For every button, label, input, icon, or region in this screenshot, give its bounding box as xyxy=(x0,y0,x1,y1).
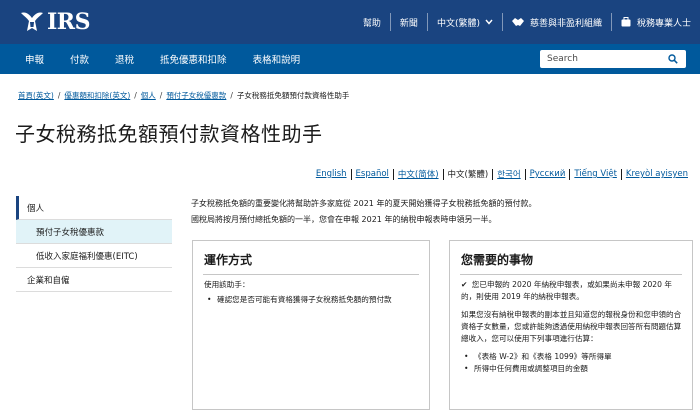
breadcrumb-current: 子女稅務抵免額預付款資格性助手 xyxy=(236,91,350,100)
top-header: IRS 幫助 新聞 中文(繁體) 慈善與非盈利組織 稅務專業人士 xyxy=(0,0,700,44)
logo-text: IRS xyxy=(47,9,90,35)
lang-chinese-simplified[interactable]: 中文(简体) xyxy=(394,168,443,180)
list-item: 確認您是否可能有資格獲得子女稅務抵免額的預付款 xyxy=(204,294,419,306)
eagle-icon xyxy=(18,9,46,35)
lang-korean[interactable]: 한국어 xyxy=(493,168,524,180)
nav-refunds[interactable]: 退稅 xyxy=(102,52,147,66)
nav-file[interactable]: 申報 xyxy=(12,52,57,66)
sidebar-item-label: 預付子女稅優惠款 xyxy=(36,227,105,238)
sidebar-item-label: 低收入家庭福利優惠(EITC) xyxy=(36,251,138,262)
news-link[interactable]: 新聞 xyxy=(389,13,427,31)
card-text: 使用該助手： xyxy=(204,280,250,289)
card-list: 確認您是否可能有資格獲得子女稅務抵免額的預付款 xyxy=(193,291,429,306)
tax-pros-link[interactable]: 稅務專業人士 xyxy=(610,13,700,31)
check-icon: ✔ xyxy=(461,280,468,289)
search-icon[interactable] xyxy=(662,50,684,68)
briefcase-icon xyxy=(621,17,631,27)
sidebar-item-advance-ctc[interactable]: 預付子女稅優惠款 xyxy=(16,220,172,244)
lang-chinese-traditional: 中文(繁體) xyxy=(447,170,489,180)
card-text: 如果您沒有納稅申報表的副本並且知道您的報稅身份和您申領的合資格子女數量，您或許能… xyxy=(461,310,682,343)
intro-text: 子女稅務抵免額的重要變化將幫助許多家庭從 2021 年的夏天開始獲得子女稅務抵免… xyxy=(191,196,691,228)
charities-link[interactable]: 慈善與非盈利組織 xyxy=(501,13,611,31)
checklist-item: ✔ 您已申報的 2020 年納稅申報表，或如果尚未申報 2020 年的，則使用 … xyxy=(450,275,692,303)
lang-english[interactable]: English xyxy=(312,169,351,179)
list-item: 《表格 W-2》和《表格 1099》等所得單 xyxy=(461,351,682,363)
card-list: 《表格 W-2》和《表格 1099》等所得單 所得中任何費用或調整項目的金額 xyxy=(450,345,692,375)
language-links: English Español 中文(简体) 中文(繁體) 한국어 Русски… xyxy=(312,168,692,180)
tax-pros-link-label: 稅務專業人士 xyxy=(636,18,691,29)
page-title: 子女稅務抵免額預付款資格性助手 xyxy=(15,122,323,146)
help-link[interactable]: 幫助 xyxy=(354,13,390,31)
intro-paragraph-2: 國稅局將按月預付總抵免額的一半，您會在申報 2021 年的納稅申報表時申領另一半… xyxy=(191,215,497,224)
card-title: 運作方式 xyxy=(204,253,253,267)
nav-credits-deductions[interactable]: 抵免優惠和扣除 xyxy=(147,52,240,66)
lang-haitian-creole[interactable]: Kreyòl ayisyen xyxy=(622,169,692,179)
irs-logo[interactable]: IRS xyxy=(18,9,90,35)
search-box xyxy=(540,50,686,68)
search-input[interactable] xyxy=(540,51,662,67)
utility-links: 幫助 新聞 中文(繁體) 慈善與非盈利組織 稅務專業人士 xyxy=(354,0,700,44)
language-dropdown[interactable]: 中文(繁體) xyxy=(426,13,502,31)
breadcrumb: 首頁(英文) / 優惠額和扣除(英文) / 個人 / 預付子女稅優惠款 / 子女… xyxy=(18,90,350,101)
sidebar-item-label: 個人 xyxy=(27,203,45,214)
sidebar-item-eitc[interactable]: 低收入家庭福利優惠(EITC) xyxy=(16,244,172,268)
nav-pay[interactable]: 付款 xyxy=(57,52,102,66)
charities-link-label: 慈善與非盈利組織 xyxy=(529,18,602,29)
sidebar-item-label: 企業和自僱 xyxy=(27,275,70,286)
lang-vietnamese[interactable]: Tiếng Việt xyxy=(570,169,621,179)
chevron-down-icon xyxy=(485,19,493,25)
sidebar-item-individuals[interactable]: 個人 xyxy=(16,196,172,220)
card-title: 您需要的事物 xyxy=(461,253,534,267)
language-dropdown-label: 中文(繁體) xyxy=(436,18,480,29)
list-item: 所得中任何費用或調整項目的金額 xyxy=(461,363,682,375)
sidebar-item-business[interactable]: 企業和自僱 xyxy=(16,268,172,292)
main-nav: 申報 付款 退稅 抵免優惠和扣除 表格和說明 xyxy=(0,44,700,74)
checklist-text: 您已申報的 2020 年納稅申報表，或如果尚未申報 2020 年的，則使用 20… xyxy=(461,280,672,301)
handshake-icon xyxy=(511,17,524,27)
breadcrumb-home[interactable]: 首頁(英文) xyxy=(18,90,54,101)
nav-forms-instructions[interactable]: 表格和說明 xyxy=(240,52,314,66)
breadcrumb-advance-ctc[interactable]: 預付子女稅優惠款 xyxy=(166,90,226,101)
lang-russian[interactable]: Русский xyxy=(526,169,570,179)
lang-spanish[interactable]: Español xyxy=(352,169,393,179)
intro-paragraph-1: 子女稅務抵免額的重要變化將幫助許多家庭從 2021 年的夏天開始獲得子女稅務抵免… xyxy=(191,199,537,208)
news-link-label: 新聞 xyxy=(399,18,418,29)
how-it-works-card: 運作方式 使用該助手： 確認您是否可能有資格獲得子女稅務抵免額的預付款 xyxy=(192,240,430,410)
help-link-label: 幫助 xyxy=(362,18,381,29)
breadcrumb-credits[interactable]: 優惠額和扣除(英文) xyxy=(64,90,130,101)
breadcrumb-individuals[interactable]: 個人 xyxy=(141,90,156,101)
sidebar: 個人 預付子女稅優惠款 低收入家庭福利優惠(EITC) 企業和自僱 xyxy=(16,196,172,292)
what-you-need-card: 您需要的事物 ✔ 您已申報的 2020 年納稅申報表，或如果尚未申報 2020 … xyxy=(449,240,693,410)
